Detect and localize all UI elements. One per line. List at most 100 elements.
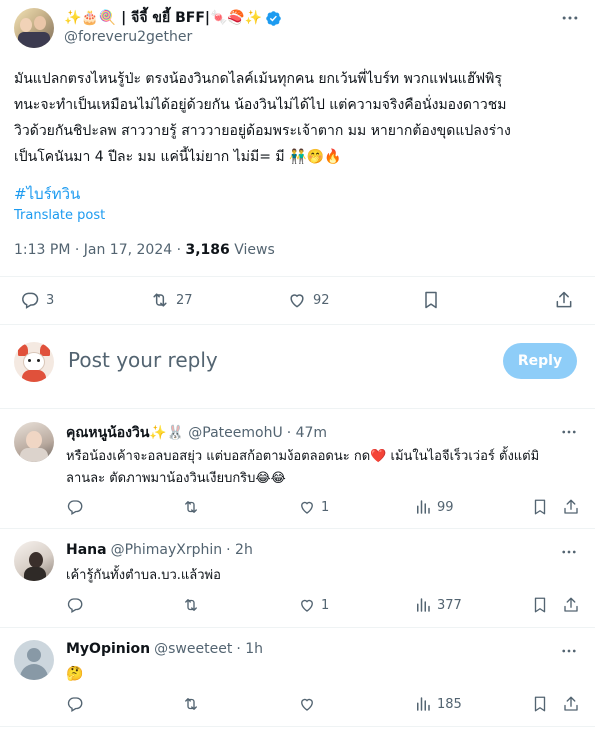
share-icon [554, 290, 574, 310]
heart-icon [298, 498, 316, 516]
reply-text: เค้ารู้กันทั้งตำบล.บว.แล้วพ่อ [66, 568, 221, 583]
bookmark-action[interactable] [421, 290, 441, 310]
reply-view-count: 377 [437, 597, 462, 613]
tweet-timestamp[interactable]: 1:13 PM · Jan 17, 2024 · [14, 242, 186, 258]
analytics-icon [414, 596, 432, 614]
divider [0, 726, 595, 727]
share-icon [562, 695, 580, 713]
like-action[interactable]: 92 [287, 290, 330, 310]
tweet-text: มันแปลกตรงไหนรู้ป่ะ ตรงน้องวินกดไลค์เม้น… [14, 66, 582, 170]
reply-timestamp[interactable]: · 47m [287, 425, 327, 441]
reply-button[interactable]: Reply [503, 343, 577, 379]
reply-views-action[interactable]: 377 [414, 596, 462, 614]
bookmark-icon [531, 596, 549, 614]
reply-text: หรือน้องเค้าจะอลบอสยุ่ว แต่บอสก้อตามง้อต… [66, 446, 539, 490]
reply-author-handle[interactable]: @PateemohU [188, 425, 282, 441]
more-options-icon[interactable] [560, 8, 580, 28]
verified-badge-icon [265, 10, 282, 27]
heart-icon [287, 290, 307, 310]
reply-like-action[interactable]: 1 [298, 596, 329, 614]
reply-text-line: หรือน้องเค้าจะอลบอสยุ่ว แต่บอสก้อตามง้อต… [66, 449, 540, 464]
reply-view-count: 99 [437, 499, 454, 515]
reply-author-name[interactable]: Hana [66, 542, 107, 558]
author-handle[interactable]: @foreveru2gether [64, 29, 192, 45]
bookmark-icon [421, 290, 441, 310]
reply-share-action[interactable] [562, 695, 580, 713]
more-options-icon[interactable] [560, 543, 578, 561]
reply-icon [66, 695, 84, 713]
reply-header: คุณหนูน้องวิน✨🐰 @PateemohU · 47m [66, 422, 327, 444]
repost-icon [182, 695, 200, 713]
repost-icon [150, 290, 170, 310]
tweet-text-line: มันแปลกตรงไหนรู้ป่ะ ตรงน้องวินกดไลค์เม้น… [14, 71, 502, 87]
translate-post-link[interactable]: Translate post [14, 208, 105, 223]
more-options-icon[interactable] [560, 642, 578, 660]
reply-author-name[interactable]: คุณหนูน้องวิน✨🐰 [66, 422, 184, 444]
reply-repost-action[interactable] [182, 596, 200, 614]
heart-icon [298, 695, 316, 713]
reply-icon [66, 596, 84, 614]
repost-action[interactable]: 27 [150, 290, 193, 310]
reply-like-action[interactable]: 1 [298, 498, 329, 516]
reply-bookmark-action[interactable] [531, 498, 549, 516]
like-count: 92 [313, 292, 330, 308]
author-name-row: ✨🎂🍭 | จีจี้ ขยี้ BFF|🍬🍣✨ [64, 8, 282, 28]
reply-comment-action[interactable] [66, 695, 84, 713]
reply-text-line: ลานละ ตัดภาพมาน้องวินเงียบกริบ😂😂 [66, 471, 286, 486]
divider [0, 324, 595, 325]
bookmark-icon [531, 695, 549, 713]
reply-share-action[interactable] [562, 596, 580, 614]
reply-views-action[interactable]: 185 [414, 695, 462, 713]
reply-input[interactable]: Post your reply [68, 348, 218, 372]
reply-like-count: 1 [321, 597, 330, 613]
reply-comment-action[interactable] [66, 498, 84, 516]
reply-author-name[interactable]: MyOpinion [66, 641, 150, 657]
reply-like-action[interactable] [298, 695, 316, 713]
reply-view-count: 185 [437, 696, 462, 712]
repost-count: 27 [176, 292, 193, 308]
share-icon [562, 498, 580, 516]
view-count: 3,186 [185, 242, 230, 258]
reply-header: Hana @PhimayXrphin · 2h [66, 542, 253, 558]
bookmark-icon [531, 498, 549, 516]
share-action[interactable] [554, 290, 574, 310]
reply-avatar[interactable] [14, 640, 54, 680]
reply-bookmark-action[interactable] [531, 596, 549, 614]
tweet-meta: 1:13 PM · Jan 17, 2024 · 3,186 Views [14, 242, 275, 258]
tweet-text-line: วิวด้วยกันชิปะลพ สาววายรู้ สาววายอยู่ด้อ… [14, 123, 511, 139]
reply-comment-action[interactable] [66, 596, 84, 614]
reply-icon [66, 498, 84, 516]
divider [0, 528, 595, 529]
reply-repost-action[interactable] [182, 498, 200, 516]
reply-action[interactable]: 3 [20, 290, 54, 310]
tweet-text-line: เป็นโคนันมา 4 ปีละ มม แค่นี้ไม่ยาก ไม่มี… [14, 149, 342, 165]
divider [0, 408, 595, 409]
reply-avatar[interactable] [14, 422, 54, 462]
reply-timestamp[interactable]: · 2h [226, 542, 253, 558]
repost-icon [182, 498, 200, 516]
view-label: Views [229, 242, 275, 258]
reply-author-handle[interactable]: @PhimayXrphin [111, 542, 223, 558]
reply-count: 3 [46, 292, 55, 308]
author-avatar[interactable] [14, 8, 54, 48]
heart-icon [298, 596, 316, 614]
reply-like-count: 1 [321, 499, 330, 515]
author-display-name[interactable]: ✨🎂🍭 | จีจี้ ขยี้ BFF|🍬🍣✨ [64, 7, 262, 29]
reply-author-handle[interactable]: @sweeteet [154, 641, 232, 657]
reply-views-action[interactable]: 99 [414, 498, 454, 516]
reply-header: MyOpinion @sweeteet · 1h [66, 641, 263, 657]
share-icon [562, 596, 580, 614]
reply-repost-action[interactable] [182, 695, 200, 713]
reply-bookmark-action[interactable] [531, 695, 549, 713]
reply-icon [20, 290, 40, 310]
repost-icon [182, 596, 200, 614]
analytics-icon [414, 498, 432, 516]
more-options-icon[interactable] [560, 423, 578, 441]
divider [0, 627, 595, 628]
analytics-icon [414, 695, 432, 713]
reply-share-action[interactable] [562, 498, 580, 516]
reply-avatar[interactable] [14, 541, 54, 581]
reply-timestamp[interactable]: · 1h [236, 641, 263, 657]
hashtag-link[interactable]: #ไบร์ทวิน [14, 182, 80, 206]
tweet-text-line: ทนะจะทำเป็นเหมือนไม่ได้อยู่ด้วยกัน น้องว… [14, 97, 507, 113]
